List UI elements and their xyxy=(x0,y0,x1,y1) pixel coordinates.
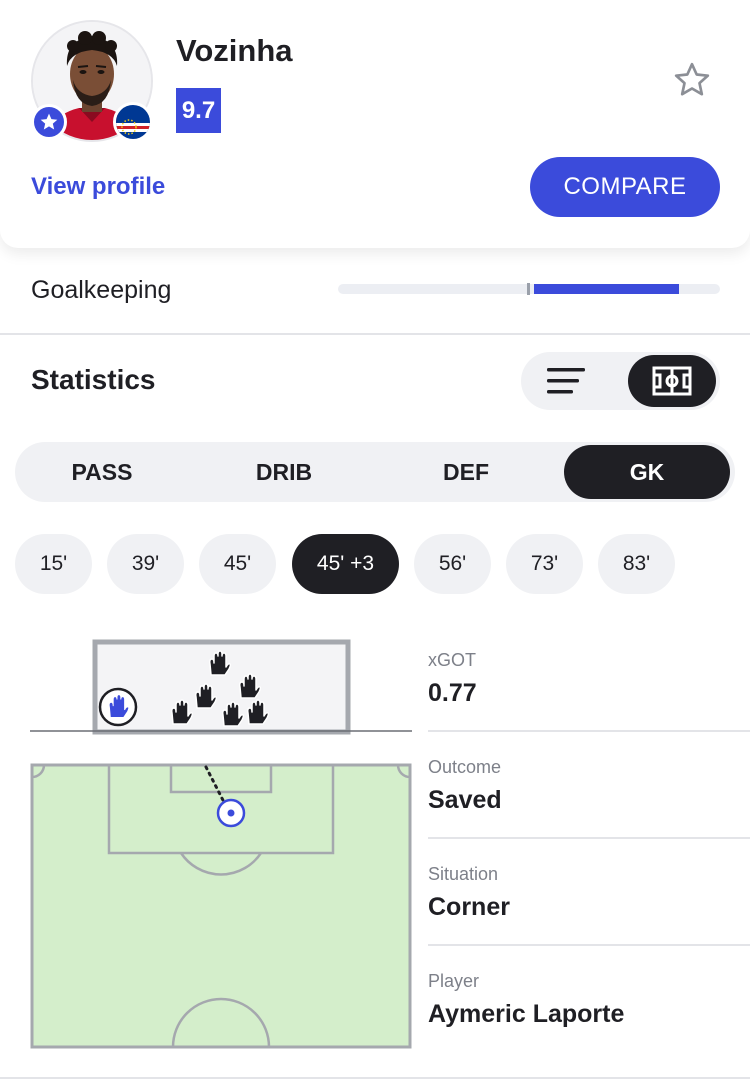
minute-chip[interactable]: 39' xyxy=(107,534,184,594)
pitch-icon xyxy=(652,366,692,396)
section-divider xyxy=(0,333,750,335)
situation-value: Corner xyxy=(428,893,510,921)
stat-divider xyxy=(428,837,750,839)
minute-chip[interactable]: 56' xyxy=(414,534,491,594)
shooter-label: Player xyxy=(428,971,480,991)
section-divider xyxy=(0,1077,750,1079)
situation-label: Situation xyxy=(428,864,499,884)
shot-map xyxy=(30,639,412,1049)
minute-chip[interactable]: 15' xyxy=(15,534,92,594)
compare-button[interactable]: COMPARE xyxy=(530,157,720,217)
list-icon xyxy=(547,368,585,394)
cape-verde-flag-icon xyxy=(116,105,150,139)
save-location-marker xyxy=(98,687,138,727)
view-mode-toggle xyxy=(521,352,720,410)
tab-def[interactable]: DEF xyxy=(383,445,549,499)
favorite-star-icon[interactable] xyxy=(672,60,712,100)
stat-divider xyxy=(428,944,750,946)
shooter-value: Aymeric Laporte xyxy=(428,1000,625,1028)
pitch-view-button[interactable] xyxy=(628,355,716,407)
minute-chip[interactable]: 45' xyxy=(199,534,276,594)
minute-chip[interactable]: 73' xyxy=(506,534,583,594)
minute-chip-active[interactable]: 45' +3 xyxy=(292,534,399,594)
statistics-title: Statistics xyxy=(31,364,156,395)
player-header-card: Vozinha 9.7 View profile COMPARE xyxy=(0,0,750,248)
xgot-value: 0.77 xyxy=(428,679,477,707)
list-view-button[interactable] xyxy=(545,361,587,401)
xgot-label: xGOT xyxy=(428,650,476,670)
player-rating-badge: 9.7 xyxy=(176,88,221,133)
outcome-label: Outcome xyxy=(428,757,502,777)
category-tabs: PASS DRIB DEF GK xyxy=(15,442,735,502)
goalkeeping-bar-fill xyxy=(534,284,679,294)
player-name: Vozinha xyxy=(176,33,293,68)
star-icon xyxy=(40,113,58,130)
tab-drib[interactable]: DRIB xyxy=(201,445,367,499)
view-profile-link[interactable]: View profile xyxy=(31,173,165,201)
star-player-badge xyxy=(31,104,67,140)
goalkeeping-label: Goalkeeping xyxy=(31,276,172,304)
goalkeeping-bar-average-marker xyxy=(527,283,530,295)
tab-gk[interactable]: GK xyxy=(564,445,730,499)
tab-pass[interactable]: PASS xyxy=(19,445,185,499)
outcome-value: Saved xyxy=(428,786,502,814)
country-flag-badge xyxy=(113,102,153,142)
stat-divider xyxy=(428,730,750,732)
minute-chip[interactable]: 83' xyxy=(598,534,675,594)
